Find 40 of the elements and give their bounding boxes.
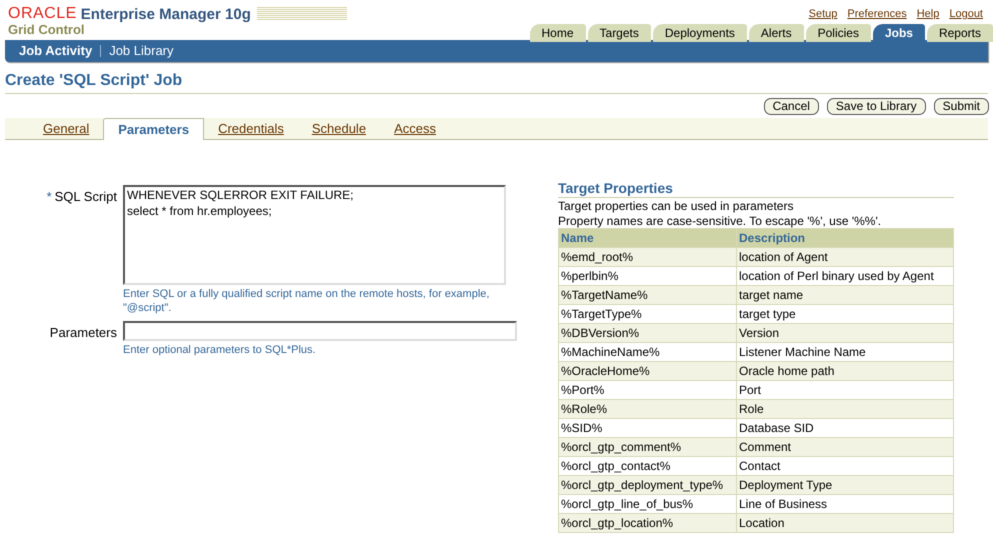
table-cell: Location <box>736 514 954 532</box>
sub-nav-link[interactable]: Job Activity <box>19 41 92 61</box>
field-hint: Enter SQL or a fully qualified script name on the remote hosts, for example, "@script". <box>123 287 490 315</box>
product-name: Enterprise Manager 10g <box>80 6 251 22</box>
sub-nav-link[interactable]: Job Library <box>109 41 174 61</box>
action-button[interactable]: Cancel <box>764 98 819 115</box>
field-label: Parameters <box>50 324 117 342</box>
table-cell: %orcl_gtp_location% <box>558 514 736 532</box>
note-text: Target properties can be used in parameters <box>558 199 794 213</box>
main-tab[interactable]: Deployments <box>652 24 747 42</box>
brand-logo: ORACLE <box>8 6 77 22</box>
global-link[interactable]: Logout <box>949 6 983 22</box>
main-tab[interactable]: Jobs <box>872 24 925 42</box>
main-tab[interactable]: Reports <box>926 24 993 42</box>
main-tab[interactable]: Targets <box>588 24 651 42</box>
sql-script-field[interactable]: WHENEVER SQLERROR EXIT FAILURE; select * from hr.employees; <box>123 185 506 285</box>
section-title: Target Properties <box>558 179 954 198</box>
stripes-icon <box>256 7 347 21</box>
column-header: Description <box>736 228 954 248</box>
global-link[interactable]: Preferences <box>847 6 907 22</box>
page-tab[interactable]: Schedule <box>298 118 380 139</box>
global-link[interactable]: Setup <box>808 6 838 22</box>
global-link[interactable]: Help <box>916 6 940 22</box>
field-hint: Enter optional parameters to SQL*Plus. <box>123 343 317 357</box>
page-tab[interactable]: Parameters <box>103 118 204 140</box>
page-tab[interactable]: Access <box>380 118 450 139</box>
column-header: Name <box>558 228 736 248</box>
main-tab[interactable]: Policies <box>806 24 871 42</box>
field-label: SQL Script <box>54 188 117 206</box>
main-tab[interactable]: Home <box>530 24 586 42</box>
required-mark: * <box>46 188 52 206</box>
product-subtitle: Grid Control <box>8 22 85 37</box>
parameters-field[interactable] <box>123 321 517 341</box>
page-title: Create 'SQL Script' Job <box>5 71 988 94</box>
note-text: Property names are case-sensitive. To escape '%', use '%%'. <box>558 214 882 228</box>
page-tab[interactable]: Credentials <box>204 118 298 139</box>
action-button[interactable]: Save to Library <box>826 98 926 115</box>
page-tab[interactable]: General <box>29 118 104 139</box>
main-tab[interactable]: Alerts <box>748 24 804 42</box>
action-button[interactable]: Submit <box>934 98 989 115</box>
